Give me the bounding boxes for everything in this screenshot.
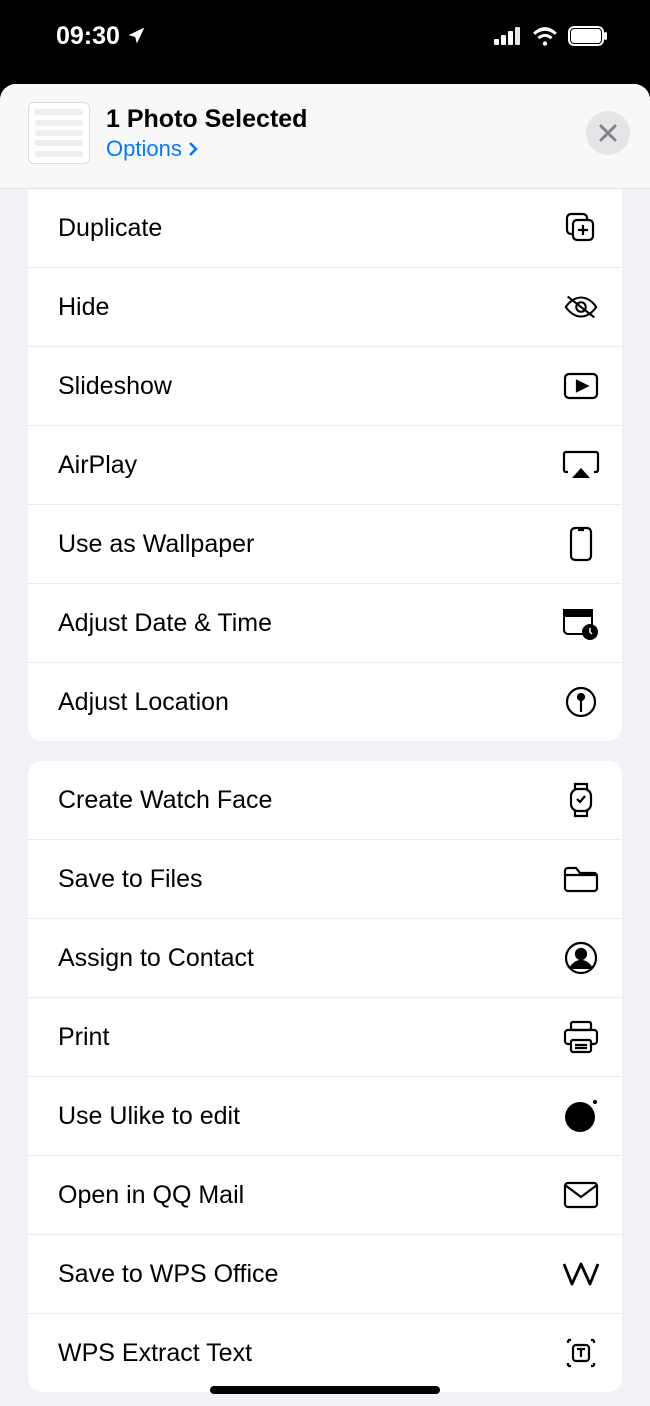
- play-square-icon: [562, 367, 600, 405]
- hide-label: Hide: [58, 293, 109, 322]
- adjust-date-item[interactable]: Adjust Date & Time: [28, 584, 622, 663]
- options-button[interactable]: Options: [106, 136, 586, 162]
- print-item[interactable]: Print: [28, 998, 622, 1077]
- slideshow-label: Slideshow: [58, 372, 172, 401]
- status-time: 09:30: [56, 22, 120, 51]
- airplay-label: AirPlay: [58, 451, 137, 480]
- wps-office-label: Save to WPS Office: [58, 1260, 278, 1289]
- actions-group-1: Duplicate Hide Slideshow AirPlay: [28, 189, 622, 741]
- airplay-icon: [562, 446, 600, 484]
- duplicate-icon: [562, 209, 600, 247]
- close-icon: [598, 123, 618, 143]
- wifi-icon: [532, 26, 558, 46]
- slideshow-item[interactable]: Slideshow: [28, 347, 622, 426]
- adjust-location-label: Adjust Location: [58, 688, 229, 717]
- save-files-label: Save to Files: [58, 865, 203, 894]
- adjust-location-item[interactable]: Adjust Location: [28, 663, 622, 741]
- battery-icon: [568, 26, 608, 46]
- wps-icon: [562, 1255, 600, 1293]
- phone-icon: [562, 525, 600, 563]
- home-indicator[interactable]: [210, 1386, 440, 1394]
- save-files-item[interactable]: Save to Files: [28, 840, 622, 919]
- wallpaper-item[interactable]: Use as Wallpaper: [28, 505, 622, 584]
- watch-icon: [562, 781, 600, 819]
- print-label: Print: [58, 1023, 109, 1052]
- qq-mail-item[interactable]: Open in QQ Mail: [28, 1156, 622, 1235]
- calendar-clock-icon: [562, 604, 600, 642]
- assign-contact-item[interactable]: Assign to Contact: [28, 919, 622, 998]
- ulike-item[interactable]: Use Ulike to edit: [28, 1077, 622, 1156]
- watch-face-item[interactable]: Create Watch Face: [28, 761, 622, 840]
- wallpaper-label: Use as Wallpaper: [58, 530, 254, 559]
- watch-face-label: Create Watch Face: [58, 786, 272, 815]
- location-pin-icon: [562, 683, 600, 721]
- wps-extract-item[interactable]: WPS Extract Text: [28, 1314, 622, 1392]
- folder-icon: [562, 860, 600, 898]
- duplicate-label: Duplicate: [58, 214, 162, 243]
- wps-extract-label: WPS Extract Text: [58, 1339, 252, 1368]
- ulike-label: Use Ulike to edit: [58, 1102, 240, 1131]
- text-extract-icon: [562, 1334, 600, 1372]
- status-bar: 09:30: [0, 0, 650, 72]
- envelope-icon: [562, 1176, 600, 1214]
- cellular-icon: [494, 27, 522, 45]
- duplicate-item[interactable]: Duplicate: [28, 189, 622, 268]
- airplay-item[interactable]: AirPlay: [28, 426, 622, 505]
- qq-mail-label: Open in QQ Mail: [58, 1181, 244, 1210]
- adjust-date-label: Adjust Date & Time: [58, 609, 272, 638]
- ulike-icon: [562, 1097, 600, 1135]
- share-sheet: 1 Photo Selected Options Duplicate Hide: [0, 84, 650, 1406]
- photo-thumbnail[interactable]: [28, 102, 90, 164]
- hide-item[interactable]: Hide: [28, 268, 622, 347]
- location-icon: [126, 26, 146, 46]
- sheet-title: 1 Photo Selected: [106, 105, 586, 134]
- printer-icon: [562, 1018, 600, 1056]
- assign-contact-label: Assign to Contact: [58, 944, 254, 973]
- wps-office-item[interactable]: Save to WPS Office: [28, 1235, 622, 1314]
- sheet-header: 1 Photo Selected Options: [0, 84, 650, 189]
- close-button[interactable]: [586, 111, 630, 155]
- eye-slash-icon: [562, 288, 600, 326]
- actions-group-2: Create Watch Face Save to Files Assign t…: [28, 761, 622, 1392]
- chevron-right-icon: [188, 141, 198, 157]
- options-label: Options: [106, 136, 182, 162]
- person-circle-icon: [562, 939, 600, 977]
